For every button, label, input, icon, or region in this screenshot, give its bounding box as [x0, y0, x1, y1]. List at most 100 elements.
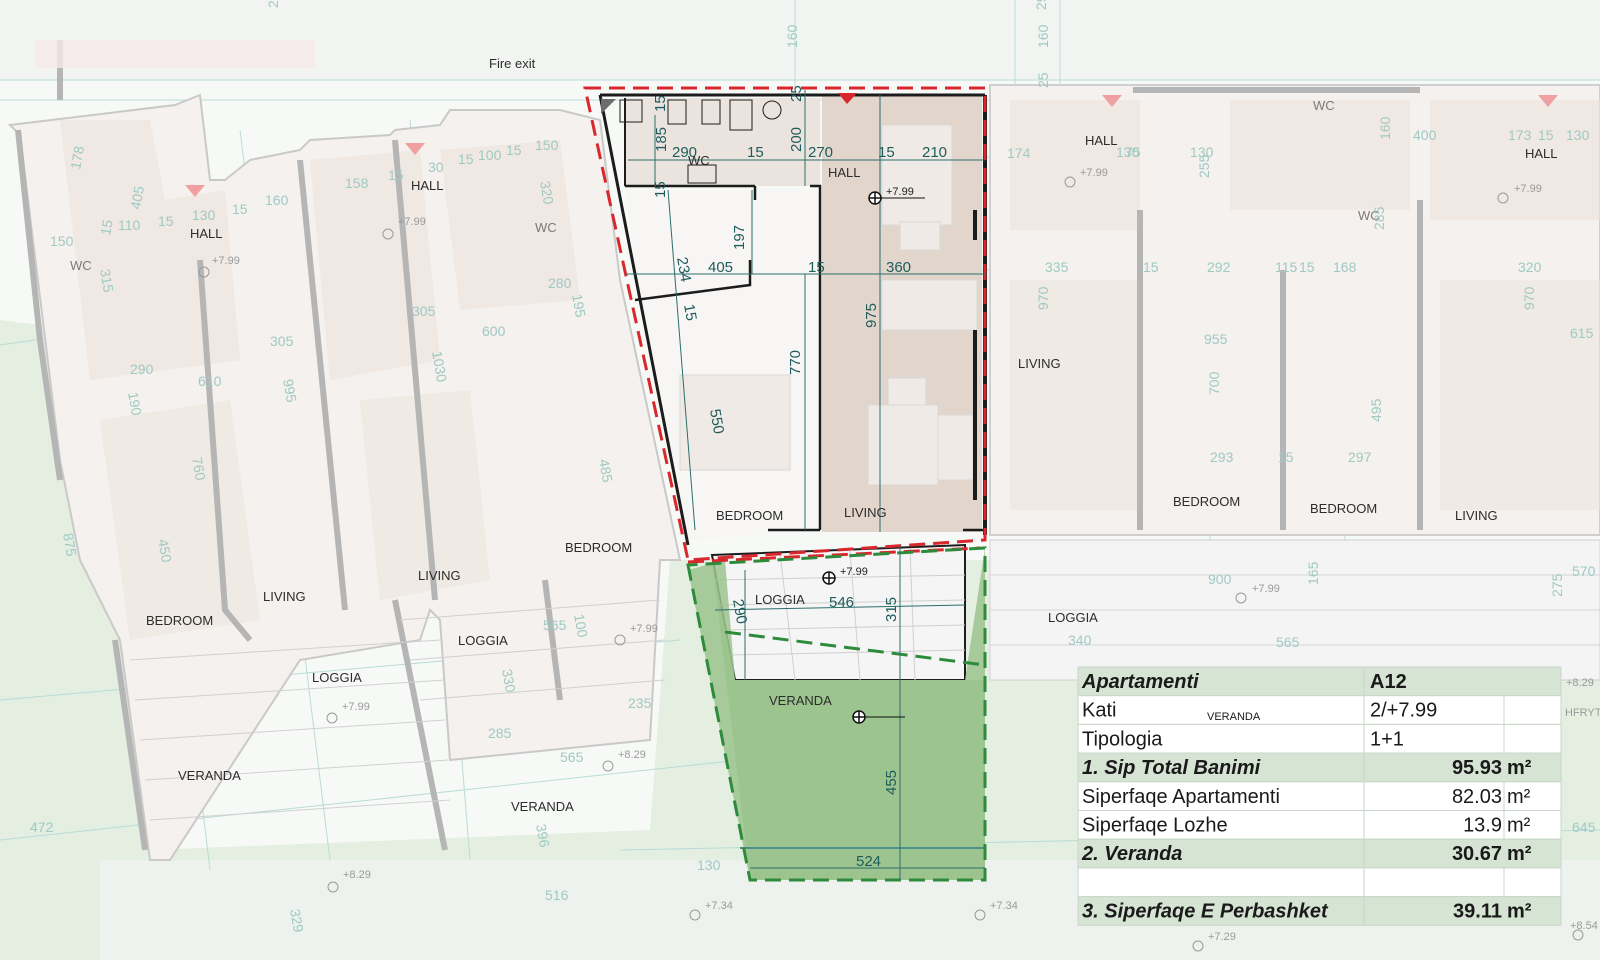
side-dimension-label: 495 [1368, 398, 1384, 422]
side-dimension-label: 130 [697, 857, 721, 873]
side-dimension-label: 29 [1033, 0, 1049, 10]
dim-360: 360 [886, 259, 911, 276]
side-dimension-label: 285 [1371, 206, 1387, 230]
side-dimension-label: 15 [388, 167, 404, 183]
side-dimension-label: 160 [784, 24, 800, 48]
dim-455: 455 [883, 770, 900, 795]
dim-546: 546 [829, 594, 854, 611]
table-value: 2/+7.99 [1370, 700, 1437, 722]
room-label-bedroom: BEDROOM [716, 508, 783, 523]
dim-315: 315 [883, 597, 900, 622]
room-label-hall-right2: HALL [1525, 146, 1558, 161]
level-bottom2: +7.34 [990, 900, 1018, 912]
room-label-wc-left1: WC [70, 258, 92, 273]
table-label: Siperfaqe Lozhe [1082, 815, 1228, 837]
dim-270: 270 [808, 144, 833, 161]
side-dimension-label: 168 [1333, 259, 1357, 275]
side-dimension-label: 173 [1508, 127, 1532, 143]
room-label-loggia-left2: LOGGIA [458, 633, 508, 648]
dim-15e: 15 [808, 259, 825, 276]
floor-plan: HALL HALL WC WC BEDROOM BEDROOM LIVING L… [0, 0, 1600, 960]
level-left-ground1: +8.29 [618, 749, 646, 761]
room-label-wc-left2: WC [535, 220, 557, 235]
side-dimension-label: 25 [1035, 72, 1051, 88]
side-dimension-label: 275 [1549, 573, 1565, 597]
table-value: A12 [1370, 671, 1407, 693]
side-dimension-label: 290 [130, 361, 154, 377]
level-hall: +7.99 [886, 186, 914, 198]
side-dimension-label: 565 [560, 749, 584, 765]
side-dimension-label: 285 [488, 725, 512, 741]
side-dimension-label: 235 [628, 695, 652, 711]
dim-15f: 15 [680, 303, 700, 322]
area-table: Apartamenti A12 Kati 2/+7.99 Tipologia 1+1 1. … [1077, 666, 1600, 926]
dim-15c: 15 [652, 95, 669, 112]
side-dimension-label: 15 [506, 142, 522, 158]
room-label-loggia-right: LOGGIA [1048, 610, 1098, 625]
dim-200: 200 [788, 127, 805, 152]
side-dimension-label: 970 [1035, 286, 1051, 310]
level-left-loggia2: +7.99 [630, 623, 658, 635]
table-label: Siperfaqe Apartamenti [1082, 786, 1280, 808]
level-left-hall2: +7.99 [398, 216, 426, 228]
side-dimension-label: 165 [1305, 561, 1321, 585]
side-dimension-label: 645 [1572, 819, 1596, 835]
fire-exit-label: Fire exit [489, 56, 536, 71]
dim-770: 770 [787, 350, 804, 375]
room-label-living: LIVING [844, 505, 887, 520]
side-dimension-label: 320 [1518, 259, 1542, 275]
side-dimension-label: 970 [1521, 286, 1537, 310]
level-right-hall1: +7.99 [1080, 167, 1108, 179]
room-label-hall: HALL [828, 165, 861, 180]
side-dimension-label: 305 [270, 333, 294, 349]
room-label-bedroom-right1: BEDROOM [1173, 494, 1240, 509]
side-dimension-label: 130 [192, 207, 216, 223]
room-label-loggia: LOGGIA [755, 592, 805, 607]
side-dimension-label: 600 [482, 323, 506, 339]
side-dimension-label: 400 [1413, 127, 1437, 143]
side-dimension-label: 15 [458, 151, 474, 167]
side-dimension-label: 150 [535, 137, 559, 153]
room-label-wc-right1: WC [1313, 98, 1335, 113]
side-dimension-label: 472 [30, 819, 54, 835]
room-label-veranda-left1: VERANDA [178, 768, 241, 783]
table-label: 2. Veranda [1081, 843, 1182, 865]
side-dimension-label: 15 [97, 218, 115, 236]
side-dimension-label: 24 [265, 0, 281, 8]
level-bottom4: +8.54 [1570, 920, 1598, 932]
table-unit: m² [1507, 901, 1532, 923]
level-left-hall1: +7.99 [212, 255, 240, 267]
table-row [1077, 695, 1562, 725]
table-label: 1. Sip Total Banimi [1082, 757, 1261, 779]
room-label-living-left2: LIVING [418, 568, 461, 583]
side-dimension-label: 174 [1007, 145, 1031, 161]
side-dimension-label: 955 [1204, 331, 1228, 347]
level-left-loggia: +7.99 [342, 701, 370, 713]
dim-185: 185 [653, 127, 670, 152]
level-loggia: +7.99 [840, 566, 868, 578]
dim-524: 524 [856, 853, 881, 870]
side-dimension-label: 160 [1035, 24, 1051, 48]
dim-290: 290 [672, 144, 697, 161]
side-dimension-label: 292 [1207, 259, 1231, 275]
level-right-loggia: +7.99 [1252, 583, 1280, 595]
room-label-living-right2: LIVING [1455, 508, 1498, 523]
side-dimension-label: 615 [1570, 325, 1594, 341]
table-unit: m² [1507, 843, 1532, 865]
table-label: 3. Siperfaqe E Perbashket [1082, 901, 1329, 923]
side-dimension-label: 340 [1068, 632, 1092, 648]
dim-15a: 15 [747, 144, 764, 161]
side-dimension-label: 160 [1377, 116, 1393, 140]
side-dimension-label: 335 [1045, 259, 1069, 275]
room-label-veranda-left2: VERANDA [511, 799, 574, 814]
side-dimension-label: 305 [412, 303, 436, 319]
room-label-hall-left2: HALL [411, 178, 444, 193]
dim-15b: 15 [878, 144, 895, 161]
room-label-hall-right1: HALL [1085, 133, 1118, 148]
level-bottom1: +7.34 [705, 900, 733, 912]
dim-197: 197 [731, 225, 748, 250]
side-dimension-label: 158 [345, 175, 369, 191]
side-dimension-label: 15 [1143, 259, 1159, 275]
side-dimension-label: 297 [1348, 449, 1372, 465]
side-dimension-label: 570 [1572, 563, 1596, 579]
